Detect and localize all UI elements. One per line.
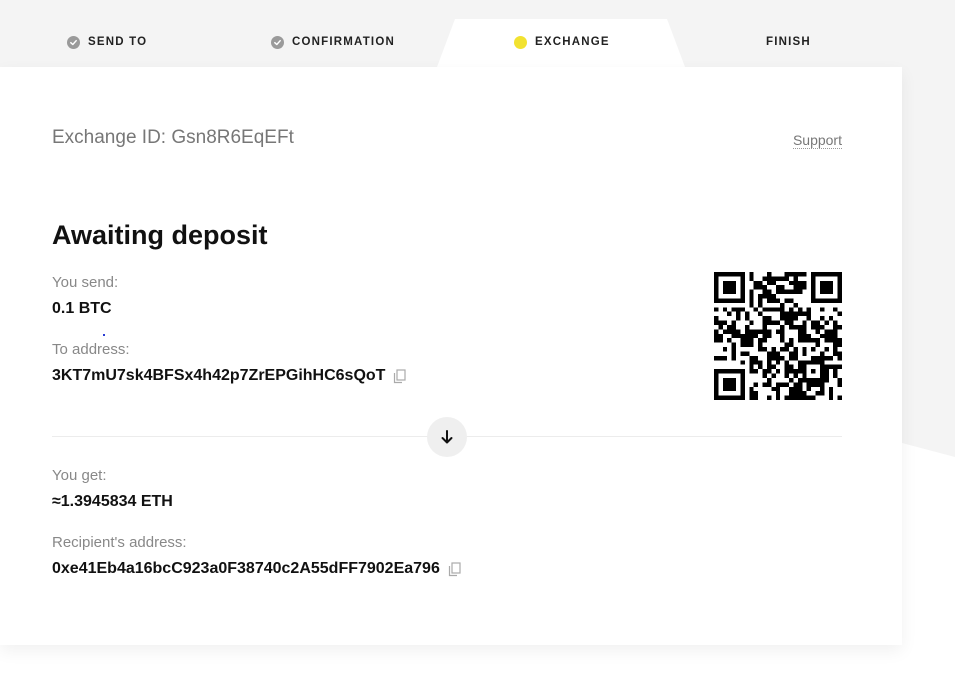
copy-icon[interactable]	[393, 368, 407, 384]
recipient-address-row: 0xe41Eb4a16bcC923a0F38740c2A55dFF7902Ea7…	[52, 560, 461, 578]
check-circle-icon	[67, 35, 80, 49]
to-address-label: To address:	[52, 341, 130, 358]
step-label: EXCHANGE	[535, 36, 610, 48]
recipient-address-label: Recipient's address:	[52, 534, 187, 551]
copy-icon[interactable]	[448, 561, 461, 577]
recipient-address: 0xe41Eb4a16bcC923a0F38740c2A55dFF7902Ea7…	[52, 560, 440, 577]
you-get-amount: ≈1.3945834 ETH	[52, 493, 173, 510]
step-send-to: SEND TO	[67, 33, 147, 51]
progress-stepper: SEND TO CONFIRMATION EXCHANGE FINISH	[0, 0, 955, 67]
you-send-amount: 0.1 BTC	[52, 300, 112, 317]
you-get-label: You get:	[52, 467, 107, 484]
decorative-dot	[103, 334, 105, 336]
exchange-id-value: Gsn8R6EqEFt	[171, 127, 294, 148]
direction-indicator	[427, 417, 467, 457]
step-exchange: EXCHANGE	[514, 33, 610, 51]
arrow-down-icon	[441, 430, 453, 444]
step-label: FINISH	[766, 36, 811, 48]
you-send-label: You send:	[52, 274, 119, 291]
exchange-id: Exchange ID: Gsn8R6EqEFt	[52, 127, 294, 149]
step-label: CONFIRMATION	[292, 36, 395, 48]
status-title: Awaiting deposit	[52, 220, 268, 250]
exchange-id-label: Exchange ID:	[52, 127, 167, 148]
deposit-address-row: 3KT7mU7sk4BFSx4h42p7ZrEPGihHC6sQoT	[52, 367, 407, 385]
deposit-address: 3KT7mU7sk4BFSx4h42p7ZrEPGihHC6sQoT	[52, 367, 386, 384]
step-confirmation: CONFIRMATION	[271, 33, 395, 51]
support-link[interactable]: Support	[792, 132, 842, 149]
yellow-dot-icon	[514, 35, 527, 49]
step-finish: FINISH	[766, 33, 811, 51]
qr-code	[714, 272, 842, 400]
step-label: SEND TO	[88, 36, 148, 48]
check-circle-icon	[271, 35, 284, 49]
